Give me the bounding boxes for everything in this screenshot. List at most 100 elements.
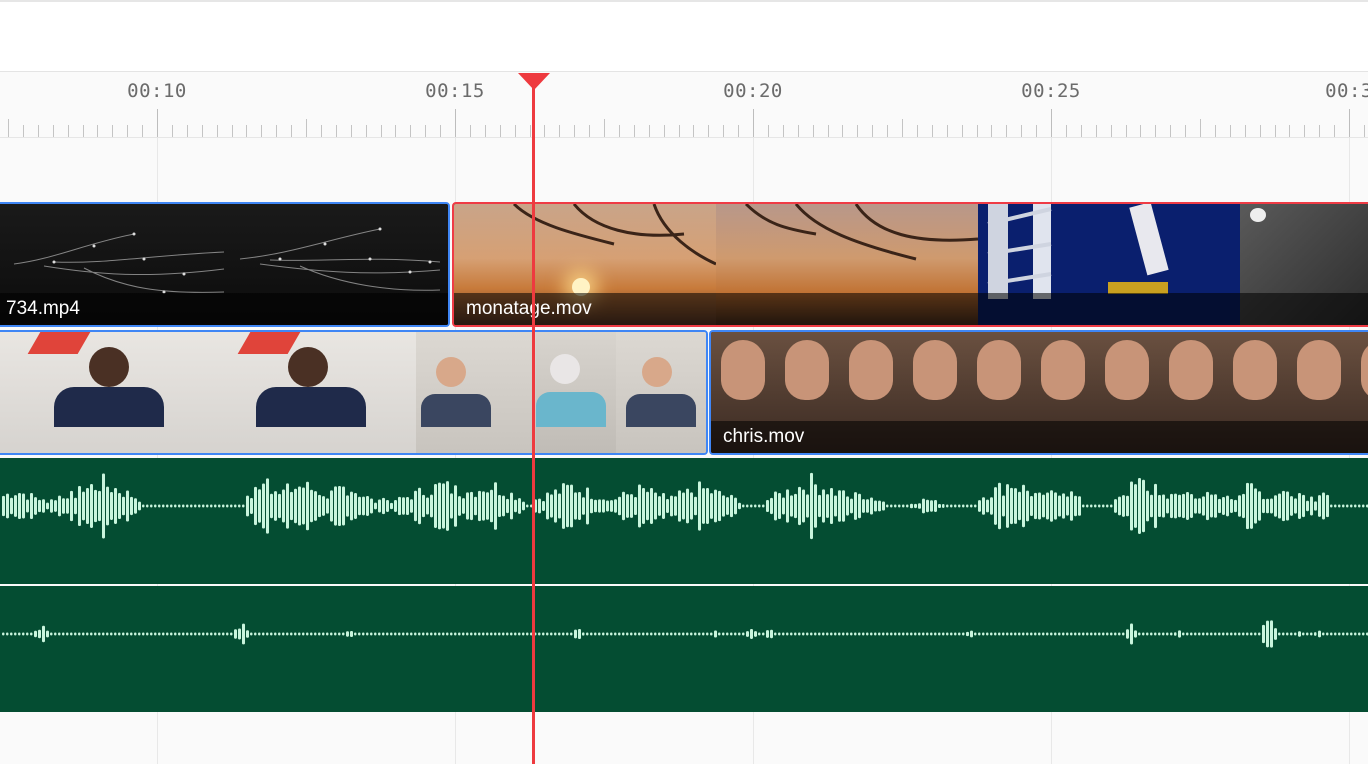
waveform-bar <box>998 632 1001 636</box>
audio-waveform <box>2 472 1368 540</box>
waveform-bar <box>1274 495 1277 517</box>
waveform-bar <box>1062 493 1065 519</box>
waveform-bar <box>854 632 857 636</box>
waveform-bar <box>1234 499 1237 513</box>
waveform-bar <box>1030 632 1033 636</box>
waveform-bar <box>706 632 709 636</box>
playhead-line[interactable] <box>532 86 535 764</box>
waveform-bar <box>798 486 801 526</box>
wall-decor <box>237 332 301 354</box>
ruler-minor-tick <box>514 125 516 137</box>
ruler-minor-tick <box>320 125 322 137</box>
waveform-bar <box>430 494 433 518</box>
waveform-bar <box>898 504 901 508</box>
waveform-bar <box>1126 629 1129 639</box>
waveform-bar <box>1174 493 1177 519</box>
waveform-bar <box>1106 504 1109 508</box>
waveform-bar <box>106 632 109 636</box>
ruler-minor-tick <box>1021 125 1023 137</box>
waveform-bar <box>1338 504 1341 508</box>
waveform-bar <box>526 504 529 508</box>
waveform-bar <box>786 632 789 636</box>
waveform-bar <box>1178 630 1181 638</box>
waveform-bar <box>242 623 245 645</box>
ruler-label-15s: 00:15 <box>425 80 485 102</box>
ruler-minor-tick <box>395 125 397 137</box>
video-clip-podcast[interactable] <box>0 330 708 455</box>
waveform-bar <box>1110 632 1113 636</box>
waveform-bar <box>750 504 753 508</box>
waveform-bar <box>298 486 301 526</box>
waveform-bar <box>1282 632 1285 636</box>
timeline-toolbar <box>0 0 1368 72</box>
face <box>785 340 829 400</box>
waveform-bar <box>226 632 229 636</box>
waveform-bar <box>82 491 85 521</box>
waveform-bar <box>382 497 385 515</box>
waveform-bar <box>1302 632 1305 636</box>
waveform-bar <box>802 489 805 523</box>
ruler-minor-tick <box>827 125 829 137</box>
waveform-bar <box>610 632 613 636</box>
timeline-ruler[interactable]: 00:10 00:15 00:20 00:25 00:3 <box>0 72 1368 138</box>
waveform-bar <box>314 491 317 521</box>
waveform-bar <box>654 492 657 520</box>
waveform-bar <box>278 632 281 636</box>
waveform-bar <box>130 496 133 516</box>
ruler-minor-tick <box>171 125 173 137</box>
waveform-bar <box>1250 632 1253 636</box>
waveform-bar <box>734 497 737 515</box>
waveform-bar <box>834 495 837 517</box>
waveform-bar <box>326 498 329 514</box>
waveform-bar <box>1254 488 1257 524</box>
waveform-bar <box>1254 632 1257 636</box>
waveform-bar <box>410 632 413 636</box>
waveform-bar <box>1206 491 1209 521</box>
waveform-bar <box>770 629 773 639</box>
waveform-bar <box>922 632 925 636</box>
waveform-bar <box>238 504 241 508</box>
waveform-bar <box>750 629 753 639</box>
waveform-bar <box>1194 632 1197 636</box>
waveform-bar <box>726 497 729 515</box>
waveform-bar <box>858 493 861 519</box>
ruler-minor-tick <box>648 125 650 137</box>
waveform-bar <box>378 499 381 513</box>
helmet-icon <box>1250 208 1266 222</box>
waveform-bar <box>826 494 829 518</box>
ruler-minor-tick <box>82 125 84 137</box>
video-clip-chris[interactable]: chris.mov <box>709 330 1368 455</box>
waveform-bar <box>814 632 817 636</box>
waveform-bar <box>562 632 565 636</box>
waveform-bar <box>946 504 949 508</box>
waveform-bar <box>294 488 297 524</box>
waveform-bar <box>1118 496 1121 516</box>
ruler-minor-tick <box>1036 125 1038 137</box>
waveform-bar <box>42 625 45 643</box>
waveform-bar <box>182 632 185 636</box>
waveform-bar <box>222 504 225 508</box>
waveform-bar <box>630 632 633 636</box>
face <box>1297 340 1341 400</box>
video-clip-monatage[interactable]: monatage.mov <box>452 202 1368 327</box>
waveform-bar <box>1330 632 1333 636</box>
video-clip-734[interactable]: 734.mp4 <box>0 202 450 327</box>
person-head <box>288 347 328 387</box>
waveform-bar <box>1138 478 1141 534</box>
waveform-bar <box>418 632 421 636</box>
ruler-minor-tick <box>261 125 263 137</box>
waveform-bar <box>906 632 909 636</box>
waveform-bar <box>874 500 877 512</box>
tower-art <box>987 204 1169 299</box>
waveform-bar <box>1278 632 1281 636</box>
audio-track-1[interactable] <box>0 458 1368 584</box>
audio-track-2[interactable] <box>0 586 1368 712</box>
waveform-bar <box>258 632 261 636</box>
ruler-minor-tick <box>291 125 293 137</box>
waveform-bar <box>1230 499 1233 513</box>
ruler-minor-tick <box>723 125 725 137</box>
waveform-bar <box>1290 496 1293 516</box>
waveform-bar <box>758 504 761 508</box>
waveform-bar <box>458 632 461 636</box>
waveform-bar <box>1226 632 1229 636</box>
